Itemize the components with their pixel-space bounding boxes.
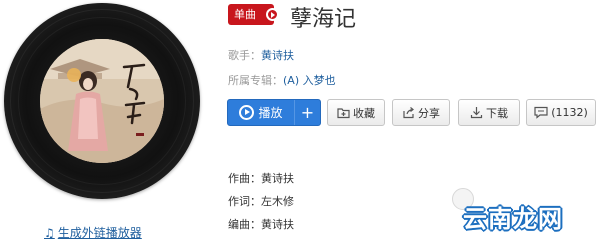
album-label: 所属专辑：: [228, 74, 283, 87]
generate-player-label: 生成外链播放器: [57, 226, 142, 240]
play-circle-icon: [239, 105, 255, 120]
single-badge: 单曲: [228, 4, 279, 25]
comment-bubble-icon: [534, 106, 548, 119]
lyricist-row: 作词：左木修: [228, 193, 294, 209]
play-button-group: 播放 +: [227, 99, 321, 126]
lyricist-label: 作词：: [228, 195, 261, 208]
arranger-row: 编曲：黄诗扶: [228, 216, 294, 232]
generate-player-link[interactable]: ♫ 生成外链播放器: [44, 224, 142, 241]
watermark-logo: 云南龙网: [463, 205, 563, 233]
album-vinyl: [4, 3, 200, 199]
download-icon: [470, 107, 483, 119]
album-link[interactable]: (A) 入梦也: [283, 74, 336, 87]
collect-folder-icon: [337, 108, 350, 119]
download-button[interactable]: 下载: [458, 99, 520, 126]
collect-label: 收藏: [353, 106, 375, 120]
composer-label: 作曲：: [228, 172, 261, 185]
album-row: 所属专辑：(A) 入梦也: [228, 72, 336, 88]
share-label: 分享: [418, 106, 440, 120]
singer-link[interactable]: 黄诗扶: [261, 49, 294, 62]
add-to-playlist-button[interactable]: +: [294, 100, 320, 125]
add-label: +: [300, 103, 315, 122]
music-note-icon: ♫: [44, 225, 55, 240]
play-triangle-icon: [266, 8, 279, 21]
album-cover-art: [40, 39, 164, 163]
share-button[interactable]: 分享: [392, 99, 450, 126]
comments-button[interactable]: (1132): [526, 99, 596, 126]
arranger-label: 编曲：: [228, 218, 261, 231]
collect-button[interactable]: 收藏: [327, 99, 385, 126]
composer-value: 黄诗扶: [261, 172, 294, 185]
composer-row: 作曲：黄诗扶: [228, 170, 294, 186]
single-badge-label: 单曲: [234, 8, 256, 21]
play-button[interactable]: 播放: [228, 100, 294, 125]
lyricist-value: 左木修: [261, 195, 294, 208]
share-icon: [403, 107, 414, 119]
download-label: 下载: [486, 106, 508, 120]
album-cover: [40, 39, 164, 163]
singer-label: 歌手：: [228, 49, 261, 62]
play-label: 播放: [258, 106, 283, 120]
singer-row: 歌手：黄诗扶: [228, 47, 294, 63]
arranger-value: 黄诗扶: [261, 218, 294, 231]
song-title: 孽海记: [290, 7, 357, 32]
comments-count: (1132): [551, 106, 588, 119]
